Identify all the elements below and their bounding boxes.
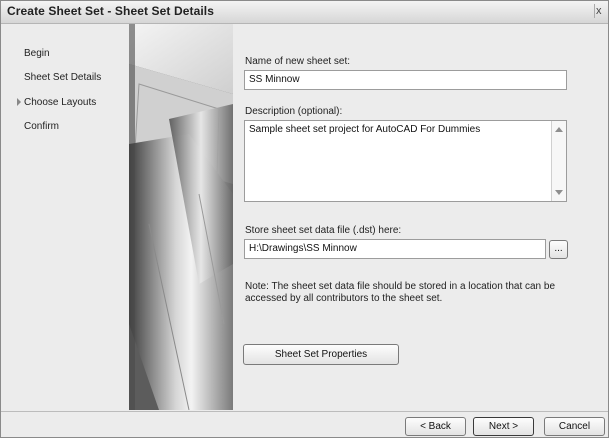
blueprint-rolls-graphic: [129, 24, 233, 410]
store-location-label: Store sheet set data file (.dst) here:: [245, 225, 402, 236]
wizard-nav: Begin Sheet Set Details Choose Layouts C…: [1, 24, 125, 412]
store-location-value: H:\Drawings\SS Minnow: [249, 243, 357, 254]
sheet-set-name-value: SS Minnow: [249, 74, 300, 85]
sheet-set-properties-button[interactable]: Sheet Set Properties: [243, 344, 399, 365]
scroll-down-icon[interactable]: [555, 190, 563, 195]
description-value: Sample sheet set project for AutoCAD For…: [249, 124, 481, 135]
back-button[interactable]: < Back: [405, 417, 466, 436]
nav-item-confirm[interactable]: Confirm: [24, 121, 59, 132]
window-title: Create Sheet Set - Sheet Set Details: [7, 4, 215, 18]
cancel-button[interactable]: Cancel: [544, 417, 605, 436]
description-scrollbar[interactable]: [551, 121, 566, 201]
blueprint-rolls-image: [129, 24, 233, 410]
next-button[interactable]: Next >: [473, 417, 534, 436]
footer-divider: [1, 411, 608, 412]
title-bar: Create Sheet Set - Sheet Set Details x: [1, 1, 608, 24]
store-location-input[interactable]: H:\Drawings\SS Minnow: [244, 239, 546, 259]
close-icon[interactable]: x: [594, 4, 606, 18]
nav-item-choose-layouts[interactable]: Choose Layouts: [24, 97, 96, 108]
form-area: Name of new sheet set: SS Minnow Descrip…: [233, 24, 608, 412]
sheet-set-name-input[interactable]: SS Minnow: [244, 70, 567, 90]
sheet-set-name-label: Name of new sheet set:: [245, 56, 351, 67]
storage-note: Note: The sheet set data file should be …: [245, 281, 556, 304]
active-step-arrow-icon: [17, 98, 21, 106]
nav-item-begin[interactable]: Begin: [24, 48, 50, 59]
nav-item-sheet-set-details[interactable]: Sheet Set Details: [24, 72, 101, 83]
description-label: Description (optional):: [245, 106, 343, 117]
create-sheet-set-dialog: Create Sheet Set - Sheet Set Details x B…: [0, 0, 609, 438]
browse-button[interactable]: ...: [549, 240, 568, 259]
scroll-up-icon[interactable]: [555, 127, 563, 132]
description-textarea[interactable]: Sample sheet set project for AutoCAD For…: [244, 120, 567, 202]
